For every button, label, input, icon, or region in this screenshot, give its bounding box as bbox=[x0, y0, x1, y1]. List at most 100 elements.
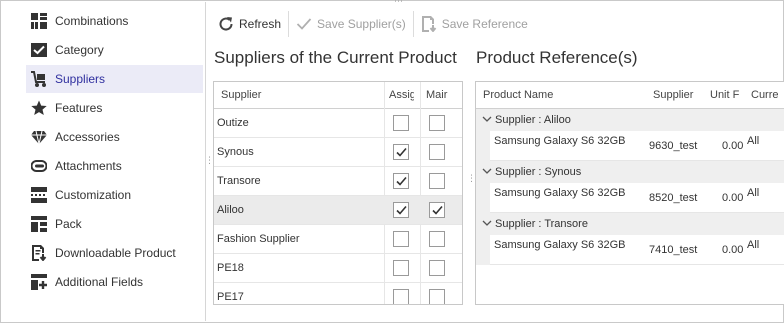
suppliers-grid: Supplier Assig Mair Outize Synous Transo… bbox=[213, 81, 463, 305]
save-reference-icon bbox=[421, 16, 437, 32]
sidebar-item-category[interactable]: Category bbox=[26, 36, 203, 64]
product-name-cell: Samsung Galaxy S6 32GB bbox=[494, 239, 626, 251]
unit-price-cell[interactable]: 0.00 bbox=[722, 244, 743, 256]
main-checkbox[interactable] bbox=[429, 260, 445, 276]
group-row-synous[interactable]: Supplier : Synous bbox=[476, 161, 784, 183]
download-file-icon bbox=[30, 244, 48, 262]
table-row[interactable]: Samsung Galaxy S6 32GB 8520_test 0.00 Al… bbox=[476, 183, 784, 213]
unit-price-cell[interactable]: 0.00 bbox=[722, 140, 743, 152]
assigned-checkbox[interactable] bbox=[393, 144, 409, 160]
toolbar-separator bbox=[412, 11, 414, 37]
top-splitter-handle[interactable]: ⋯ bbox=[394, 0, 404, 6]
group-label: Supplier : Transore bbox=[495, 218, 588, 230]
supplier-name: Fashion Supplier bbox=[217, 233, 300, 245]
check-icon bbox=[396, 147, 407, 157]
main-checkbox[interactable] bbox=[429, 173, 445, 189]
sidebar-item-label: Pack bbox=[55, 217, 82, 231]
check-icon bbox=[296, 18, 312, 30]
sidebar-item-label: Downloadable Product bbox=[55, 246, 176, 260]
sidebar-item-label: Accessories bbox=[55, 130, 120, 144]
assigned-checkbox[interactable] bbox=[393, 260, 409, 276]
sidebar-item-accessories[interactable]: Accessories bbox=[26, 123, 203, 151]
attachment-icon bbox=[30, 157, 48, 175]
column-header-product-name[interactable]: Product Name bbox=[483, 82, 643, 109]
supplier-name: Aliloo bbox=[217, 204, 244, 216]
table-row[interactable]: Transore bbox=[214, 167, 462, 196]
sidebar-item-label: Customization bbox=[55, 188, 132, 202]
sidebar-item-suppliers[interactable]: Suppliers bbox=[26, 65, 203, 93]
table-row[interactable]: Synous bbox=[214, 138, 462, 167]
table-row[interactable]: PE17 bbox=[214, 283, 462, 304]
group-row-aliloo[interactable]: Supplier : Aliloo bbox=[476, 109, 784, 131]
sidebar-item-label: Suppliers bbox=[55, 72, 106, 86]
product-name-cell: Samsung Galaxy S6 32GB bbox=[494, 187, 626, 199]
sidebar-item-features[interactable]: Features bbox=[26, 94, 203, 122]
column-header-assigned[interactable]: Assig bbox=[389, 82, 414, 109]
sidebar-item-attachments[interactable]: Attachments bbox=[26, 152, 203, 180]
unit-price-cell[interactable]: 0.00 bbox=[722, 192, 743, 204]
toolbar-separator bbox=[288, 11, 290, 37]
sidebar-item-label: Category bbox=[55, 43, 104, 57]
currency-cell[interactable]: All bbox=[747, 135, 759, 147]
product-name-cell: Samsung Galaxy S6 32GB bbox=[494, 135, 626, 147]
table-row[interactable]: Fashion Supplier bbox=[214, 225, 462, 254]
sidebar-item-customization[interactable]: Customization bbox=[26, 181, 203, 209]
assigned-checkbox[interactable] bbox=[393, 289, 409, 304]
column-header-main[interactable]: Mair bbox=[426, 82, 450, 109]
sidebar-item-label: Features bbox=[55, 101, 103, 115]
supplier-reference-cell[interactable]: 7410_test bbox=[649, 244, 697, 256]
reference-panel-title: Product Reference(s) bbox=[476, 48, 638, 67]
group-label: Supplier : Synous bbox=[495, 166, 582, 178]
main-checkbox[interactable] bbox=[429, 231, 445, 247]
pack-icon bbox=[30, 215, 48, 233]
assigned-checkbox[interactable] bbox=[393, 231, 409, 247]
refresh-icon bbox=[219, 17, 233, 31]
sidebar-item-label: Additional Fields bbox=[55, 275, 144, 289]
customization-icon bbox=[30, 186, 48, 204]
save-reference-button[interactable]: Save Reference bbox=[415, 10, 534, 38]
save-suppliers-button[interactable]: Save Supplier(s) bbox=[290, 10, 412, 38]
main-checkbox[interactable] bbox=[429, 115, 445, 131]
chevron-down-icon[interactable] bbox=[482, 166, 492, 176]
supplier-name: PE17 bbox=[217, 291, 244, 303]
column-header-supplier[interactable]: Supplier bbox=[221, 82, 381, 109]
sidebar-splitter-handle[interactable]: ⋮ bbox=[205, 156, 214, 165]
chevron-down-icon[interactable] bbox=[482, 114, 492, 124]
table-row[interactable]: Outize bbox=[214, 109, 462, 138]
supplier-reference-cell[interactable]: 9630_test bbox=[649, 140, 697, 152]
toolbar: Refresh Save Supplier(s) Save Reference bbox=[212, 8, 534, 40]
sidebar-item-label: Attachments bbox=[55, 159, 122, 173]
check-icon bbox=[396, 205, 407, 215]
supplier-reference-cell[interactable]: 8520_test bbox=[649, 192, 697, 204]
supplier-name: Synous bbox=[217, 146, 254, 158]
table-row[interactable]: PE18 bbox=[214, 254, 462, 283]
currency-cell[interactable]: All bbox=[747, 187, 759, 199]
currency-cell[interactable]: All bbox=[747, 239, 759, 251]
column-header-unit-price[interactable]: Unit F bbox=[710, 82, 740, 109]
assigned-checkbox[interactable] bbox=[393, 115, 409, 131]
refresh-button[interactable]: Refresh bbox=[212, 10, 287, 38]
group-row-transore[interactable]: Supplier : Transore bbox=[476, 213, 784, 235]
combinations-icon bbox=[30, 12, 48, 30]
assigned-checkbox[interactable] bbox=[393, 202, 409, 218]
main-checkbox[interactable] bbox=[429, 289, 445, 304]
additional-fields-icon bbox=[30, 273, 48, 291]
column-header-supplier-reference[interactable]: Supplier bbox=[653, 82, 701, 109]
main-checkbox[interactable] bbox=[429, 144, 445, 160]
chevron-down-icon[interactable] bbox=[482, 218, 492, 228]
sidebar-item-additional-fields[interactable]: Additional Fields bbox=[26, 268, 203, 296]
sidebar-item-downloadable-product[interactable]: Downloadable Product bbox=[26, 239, 203, 267]
reference-grid: Product Name Supplier Unit F Curre Suppl… bbox=[475, 81, 784, 305]
sidebar-item-combinations[interactable]: Combinations bbox=[26, 7, 203, 35]
reference-grid-header: Product Name Supplier Unit F Curre bbox=[476, 82, 784, 109]
supplier-name: Transore bbox=[217, 175, 261, 187]
table-row[interactable]: Samsung Galaxy S6 32GB 9630_test 0.00 Al… bbox=[476, 131, 784, 161]
suppliers-panel-title: Suppliers of the Current Product bbox=[214, 48, 457, 67]
panel-splitter-handle[interactable]: ⋮ bbox=[467, 174, 476, 183]
sidebar-item-pack[interactable]: Pack bbox=[26, 210, 203, 238]
assigned-checkbox[interactable] bbox=[393, 173, 409, 189]
table-row[interactable]: Samsung Galaxy S6 32GB 7410_test 0.00 Al… bbox=[476, 235, 784, 265]
table-row[interactable]: Aliloo bbox=[214, 196, 462, 225]
main-checkbox[interactable] bbox=[429, 202, 445, 218]
column-header-currency[interactable]: Curre bbox=[751, 82, 783, 109]
